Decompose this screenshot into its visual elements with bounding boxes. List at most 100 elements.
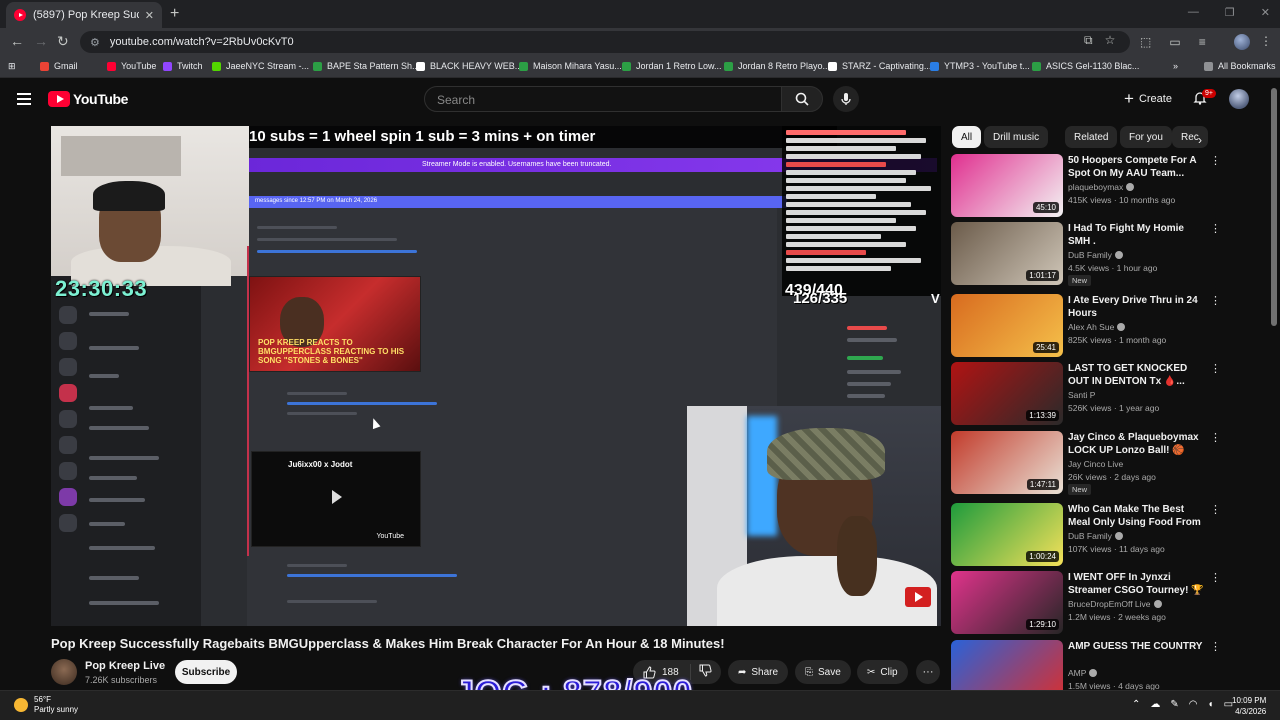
bookmark-black-heavy[interactable]: BLACK HEAVY WEB... <box>416 61 522 71</box>
dislike-button[interactable] <box>691 664 712 680</box>
bookmarks-overflow-button[interactable]: » <box>1173 61 1178 71</box>
bookmark-ytmp3[interactable]: YTMP3 - YouTube t... <box>930 61 1030 71</box>
video-thumbnail[interactable]: 1:01:17 <box>951 222 1063 285</box>
recommended-video-title[interactable]: I WENT OFF In Jynxzi Streamer CSGO Tourn… <box>1068 571 1208 597</box>
recommended-video[interactable]: 1:29:10 I WENT OFF In Jynxzi Streamer CSG… <box>951 571 1221 635</box>
volume-icon[interactable]: ◖ <box>1208 699 1214 710</box>
video-thumbnail[interactable]: 45:10 <box>951 154 1063 217</box>
bookmark-maison-mihara[interactable]: Maison Mihara Yasu... <box>519 61 622 71</box>
recommended-channel[interactable]: AMP <box>1068 668 1098 678</box>
bookmark-bape[interactable]: BAPE Sta Pattern Sh... <box>313 61 420 71</box>
apps-grid-icon[interactable]: ⊞ <box>8 61 16 72</box>
bookmark-gmail[interactable]: Gmail <box>40 61 78 71</box>
share-button[interactable]: ➦ Share <box>728 660 789 684</box>
recommended-video-title[interactable]: Jay Cinco & Plaqueboymax LOCK UP Lonzo B… <box>1068 431 1208 457</box>
kebab-menu-icon[interactable]: ⋮ <box>1210 431 1221 444</box>
subscribe-button[interactable]: Subscribe <box>175 660 237 684</box>
profile-avatar[interactable] <box>1234 34 1250 50</box>
tab-close-icon[interactable]: ✕ <box>145 9 154 22</box>
youtube-logo[interactable]: YouTube <box>48 91 128 107</box>
reading-list-icon[interactable]: ▭ <box>1169 35 1180 49</box>
site-info-icon[interactable]: ⚙ <box>90 36 100 49</box>
recommended-video-title[interactable]: 50 Hoopers Compete For A Spot On My AAU … <box>1068 154 1208 180</box>
video-player[interactable]: Streamer Mode is enabled. Usernames have… <box>51 126 941 626</box>
wifi-icon[interactable]: ◠ <box>1189 699 1198 710</box>
bookmark-twitch[interactable]: Twitch <box>163 61 203 71</box>
channel-avatar[interactable] <box>51 659 77 685</box>
browser-tab-youtube[interactable]: (5897) Pop Kreep Successfully R ✕ <box>6 2 162 28</box>
subscribe-watermark-icon[interactable] <box>905 587 931 607</box>
recommended-video[interactable]: 1:13:39 LAST TO GET KNOCKED OUT IN DENTON… <box>951 362 1221 426</box>
recommended-channel[interactable]: Alex Ah Sue <box>1068 322 1126 332</box>
chip-all[interactable]: All <box>952 126 982 148</box>
all-bookmarks-folder[interactable]: All Bookmarks <box>1204 61 1276 71</box>
new-tab-button[interactable]: + <box>170 5 179 23</box>
create-button[interactable]: + Create <box>1118 87 1178 111</box>
browser-menu-icon[interactable]: ⋮ <box>1260 34 1272 48</box>
kebab-menu-icon[interactable]: ⋮ <box>1210 640 1221 653</box>
recommended-video-title[interactable]: AMP GUESS THE COUNTRY <box>1068 640 1208 653</box>
install-app-icon[interactable]: ⧉ <box>1084 33 1093 48</box>
recommended-video-title[interactable]: LAST TO GET KNOCKED OUT IN DENTON Tx 🩸..… <box>1068 362 1208 388</box>
forward-arrow-icon[interactable]: → <box>34 33 48 49</box>
page-scrollbar[interactable] <box>1271 88 1277 326</box>
close-window-button[interactable]: ✕ <box>1261 6 1270 19</box>
chip-drill-music[interactable]: Drill music <box>984 126 1049 148</box>
recommended-video[interactable]: 1:47:11 Jay Cinco & Plaqueboymax LOCK UP … <box>951 431 1221 495</box>
weather-widget[interactable]: 56°F Partly sunny <box>14 695 78 715</box>
video-thumbnail[interactable]: 1:47:11 <box>951 431 1063 494</box>
back-arrow-icon[interactable]: ← <box>10 33 24 49</box>
recommended-video[interactable]: 25:41 I Ate Every Drive Thru in 24 Hours A… <box>951 294 1221 358</box>
video-thumbnail[interactable]: 1:13:39 <box>951 362 1063 425</box>
kebab-menu-icon[interactable]: ⋮ <box>1210 571 1221 584</box>
kebab-menu-icon[interactable]: ⋮ <box>1210 222 1221 235</box>
chevron-right-icon[interactable]: › <box>1198 133 1202 147</box>
bookmark-jordan-1[interactable]: Jordan 1 Retro Low... <box>622 61 722 71</box>
chip-related[interactable]: Related <box>1065 126 1118 148</box>
search-button[interactable] <box>781 86 823 112</box>
maximize-button[interactable]: ❐ <box>1225 6 1235 19</box>
recommended-channel[interactable]: DuB Family <box>1068 531 1123 541</box>
recommended-channel[interactable]: DuB Family <box>1068 250 1123 260</box>
bookmark-jaeenyc[interactable]: JaeeNYC Stream -... <box>212 61 309 71</box>
chip-for-you[interactable]: For you <box>1120 126 1172 148</box>
hamburger-menu-icon[interactable] <box>17 93 31 108</box>
bookmark-starz[interactable]: STARZ - Captivating... <box>828 61 931 71</box>
recommended-video-title[interactable]: I Ate Every Drive Thru in 24 Hours <box>1068 294 1208 320</box>
chip-recent[interactable]: Rec <box>1172 126 1208 148</box>
video-thumbnail[interactable]: 1:00:24 <box>951 503 1063 566</box>
channel-name[interactable]: Pop Kreep Live <box>85 660 165 672</box>
bookmark-jordan-8[interactable]: Jordan 8 Retro Playo... <box>724 61 830 71</box>
clip-button[interactable]: ✂ Clip <box>857 660 908 684</box>
reload-icon[interactable]: ↻ <box>57 33 69 50</box>
recommended-video-title[interactable]: Who Can Make The Best Meal Only Using Fo… <box>1068 503 1208 529</box>
recommended-video[interactable]: 1:00:24 Who Can Make The Best Meal Only U… <box>951 503 1221 567</box>
account-avatar[interactable] <box>1229 89 1249 109</box>
media-controls-icon[interactable]: ≡ <box>1199 35 1206 49</box>
video-thumbnail[interactable]: 25:41 <box>951 294 1063 357</box>
bookmark-star-icon[interactable]: ☆ <box>1105 33 1116 48</box>
url-bar[interactable]: ⚙ youtube.com/watch?v=2RbUv0cKvT0 <box>80 31 1130 53</box>
recommended-video-title[interactable]: I Had To Fight My Homie SMH . <box>1068 222 1208 248</box>
extensions-icon[interactable]: ⬚ <box>1140 35 1151 49</box>
recommended-channel[interactable]: BruceDropEmOff Live <box>1068 599 1162 609</box>
more-actions-button[interactable]: ··· <box>916 660 940 684</box>
recommended-channel[interactable]: Santi P <box>1068 390 1095 400</box>
kebab-menu-icon[interactable]: ⋮ <box>1210 503 1221 516</box>
save-button[interactable]: ⎘ Save <box>795 660 851 684</box>
recommended-channel[interactable]: plaqueboymax <box>1068 182 1135 192</box>
recommended-channel[interactable]: Jay Cinco Live <box>1068 459 1123 469</box>
tray-app-icon[interactable]: ☁ <box>1150 699 1160 710</box>
video-thumbnail[interactable]: 1:29:10 <box>951 571 1063 634</box>
kebab-menu-icon[interactable]: ⋮ <box>1210 294 1221 307</box>
kebab-menu-icon[interactable]: ⋮ <box>1210 154 1221 167</box>
taskbar-clock[interactable]: 10:09 PM 4/3/2026 <box>1232 695 1266 717</box>
kebab-menu-icon[interactable]: ⋮ <box>1210 362 1221 375</box>
minimize-button[interactable]: — <box>1188 6 1199 19</box>
voice-search-button[interactable] <box>833 86 859 112</box>
recommended-video[interactable]: 45:10 50 Hoopers Compete For A Spot On My… <box>951 154 1221 218</box>
recommended-video[interactable]: 1:01:17 I Had To Fight My Homie SMH . DuB … <box>951 222 1221 286</box>
bookmark-asics[interactable]: ASICS Gel-1130 Blac... <box>1032 61 1139 71</box>
tray-expand-icon[interactable]: ⌃ <box>1132 699 1140 710</box>
bookmark-youtube[interactable]: YouTube <box>107 61 156 71</box>
